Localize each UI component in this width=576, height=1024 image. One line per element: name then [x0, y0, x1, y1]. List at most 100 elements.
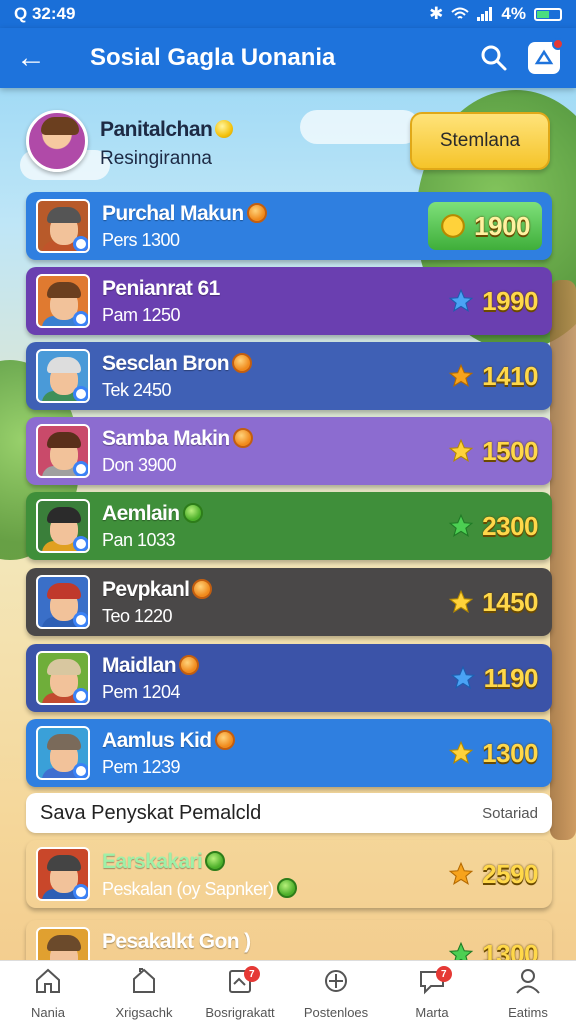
avatar: [36, 424, 90, 478]
medal-icon: [192, 579, 213, 599]
level-badge-icon: [73, 386, 88, 401]
status-time: Q 32:49: [14, 4, 76, 23]
star-icon: [448, 363, 474, 387]
avatar: [36, 726, 90, 780]
nav-label: Eatims: [508, 1004, 548, 1020]
current-user-name: Panitalchan: [100, 118, 213, 141]
bluetooth-icon: ✱: [429, 4, 444, 23]
home-icon: [33, 966, 63, 1001]
avatar: [36, 349, 90, 403]
status-bar: Q 32:49 ✱ 4%: [0, 0, 576, 28]
medal-icon: [178, 655, 199, 675]
nav-item-4[interactable]: Postenloes: [288, 961, 384, 1024]
player-name: Pesakalkt Gon ): [102, 930, 251, 953]
avatar: [36, 199, 90, 253]
page-title: Sosial Gagla Uonania: [90, 44, 336, 71]
nav-item-6[interactable]: Eatims: [480, 961, 576, 1024]
nav-label: Xrigsachk: [115, 1004, 173, 1020]
player-points: 2590: [448, 854, 538, 894]
coin-icon: [215, 120, 234, 138]
leaderboard-row[interactable]: Purchal Makun Pers 1300 1900: [26, 192, 552, 260]
notification-icon[interactable]: [528, 38, 564, 74]
current-user-card: Panitalchan Resingiranna Stemlana: [0, 100, 576, 182]
medal-icon: [205, 851, 226, 871]
app-bar: ← Sosial Gagla Uonania: [0, 28, 576, 88]
nav-item-1[interactable]: Nania: [0, 961, 96, 1024]
medal-icon: [232, 353, 253, 373]
player-points: 1990: [448, 281, 538, 321]
person-icon: [513, 966, 543, 1001]
player-score: Don 3900: [102, 455, 177, 475]
avatar: [36, 847, 90, 901]
leaderboard-row[interactable]: Maidlan Pem 1204 1190: [26, 644, 552, 712]
player-score: Teo 1220: [102, 606, 173, 626]
wifi-icon: [451, 7, 470, 19]
leaderboard-row[interactable]: Penianrat 61 Pam 1250 1990: [26, 267, 552, 335]
medal-icon: [276, 878, 297, 898]
player-name: Earskakari: [102, 850, 203, 873]
player-score: Pem 1204: [102, 682, 181, 702]
nav-label: Bosrigrakatt: [205, 1004, 275, 1020]
section-label: Sava Penyskat Pemalcld: [40, 801, 262, 824]
medal-icon: [214, 730, 235, 750]
nav-item-3[interactable]: 7 Bosrigrakatt: [192, 961, 288, 1024]
battery-percent: 4%: [501, 4, 526, 23]
back-arrow-icon[interactable]: ←: [16, 41, 60, 75]
medal-icon: [182, 503, 203, 523]
avatar[interactable]: [26, 110, 88, 172]
coin-icon: [441, 214, 466, 238]
player-name: Sesclan Bron: [102, 352, 230, 375]
tree-trunk-illustration: [550, 280, 576, 840]
medal-icon: [232, 428, 253, 448]
stemlana-button[interactable]: Stemlana: [410, 112, 550, 170]
search-icon[interactable]: [474, 38, 514, 78]
player-points: 2300: [448, 506, 538, 546]
level-badge-icon: [73, 884, 88, 899]
my-rank-row[interactable]: Earskakari Peskalan (oy Sapnker) 2590: [26, 840, 552, 908]
house-outline-icon: [129, 966, 159, 1001]
section-divider: Sava Penyskat Pemalcld Sotariad: [26, 793, 552, 833]
player-name: Aemlain: [102, 502, 180, 525]
bottom-navigation: Nania Xrigsachk 7 Bosrigrakatt Postenloes 7 Ma…: [0, 960, 576, 1024]
star-icon: [450, 665, 475, 689]
leaderboard-row[interactable]: Aemlain Pan 1033 2300: [26, 492, 552, 560]
player-points: 1300: [448, 733, 538, 773]
player-points: 1500: [448, 431, 538, 471]
player-points: 1410: [448, 356, 538, 396]
avatar: [36, 499, 90, 553]
level-badge-icon: [73, 311, 88, 326]
section-link[interactable]: Sotariad: [482, 805, 538, 822]
current-user-subtitle: Resingiranna: [100, 148, 212, 169]
leaderboard-row[interactable]: Pevpkanl Teo 1220 1450: [26, 568, 552, 636]
leaderboard-row[interactable]: Aamlus Kid Pem 1239 1300: [26, 719, 552, 787]
player-points: 1190: [450, 658, 539, 698]
leaderboard-row[interactable]: Samba Makin Don 3900 1500: [26, 417, 552, 485]
star-icon: [448, 513, 474, 537]
player-score: Pers 1300: [102, 230, 180, 250]
player-name: Pevpkanl: [102, 578, 190, 601]
avatar: [36, 651, 90, 705]
level-badge-icon: [73, 763, 88, 778]
nav-label: Nania: [31, 1004, 65, 1020]
star-icon: [448, 589, 474, 613]
avatar: [36, 274, 90, 328]
nav-badge: 7: [435, 966, 452, 982]
nav-label: Marta: [415, 1004, 449, 1020]
battery-icon: [534, 7, 562, 21]
star-icon: [448, 288, 474, 312]
player-points: 1450: [448, 582, 538, 622]
nav-badge: 7: [243, 966, 260, 982]
player-name: Aamlus Kid: [102, 729, 212, 752]
level-badge-icon: [73, 236, 88, 251]
medal-icon: [246, 203, 267, 223]
player-name: Penianrat 61: [102, 277, 220, 300]
nav-item-5[interactable]: 7 Marta: [384, 961, 480, 1024]
player-score: Pan 1033: [102, 530, 176, 550]
level-badge-icon: [73, 688, 88, 703]
player-score: Tek 2450: [102, 380, 172, 400]
star-icon: [448, 861, 474, 885]
star-icon: [448, 438, 474, 462]
nav-item-2[interactable]: Xrigsachk: [96, 961, 192, 1024]
leaderboard-row[interactable]: Sesclan Bron Tek 2450 1410: [26, 342, 552, 410]
level-badge-icon: [73, 536, 88, 551]
